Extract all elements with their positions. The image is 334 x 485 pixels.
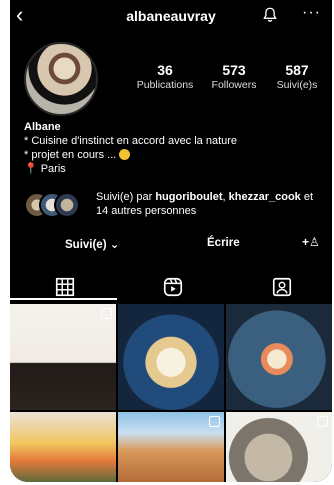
profile-name: Albane <box>24 121 61 133</box>
bio-line-text: * projet en cours ... <box>24 149 117 161</box>
following-stat[interactable]: 587 Suivi(e)s <box>257 62 332 91</box>
followed-by-text: Suivi(e) par hugoriboulet, khezzar_cook … <box>96 190 326 218</box>
message-button[interactable]: Écrire <box>207 237 240 249</box>
posts-label: Publications <box>136 79 194 91</box>
follower-username[interactable]: hugoriboulet <box>155 191 222 203</box>
following-count: 587 <box>285 62 309 78</box>
avatar[interactable] <box>24 42 98 116</box>
separator: , <box>222 191 226 203</box>
posts-stat[interactable]: 36 Publications <box>125 62 205 91</box>
followed-by-prefix: Suivi(e) par <box>96 191 153 203</box>
following-button[interactable]: Suivi(e) ⌄ <box>65 237 119 251</box>
post-thumbnail[interactable] <box>226 412 332 482</box>
post-thumbnail[interactable] <box>10 304 116 410</box>
posts-grid <box>10 304 332 482</box>
location-text: Paris <box>40 163 66 175</box>
top-bar: ‹ albaneauvray ··· <box>10 0 332 32</box>
post-thumbnail[interactable] <box>10 412 116 482</box>
pin-icon: 📍 <box>24 163 38 175</box>
reels-icon[interactable] <box>162 276 184 298</box>
follower-avatar <box>54 192 80 218</box>
more-icon[interactable]: ··· <box>302 4 321 22</box>
smile-emoji-icon <box>119 149 131 160</box>
tagged-icon[interactable] <box>271 276 293 298</box>
profile-actions: Suivi(e) ⌄ Écrire +♙ <box>10 235 332 255</box>
carousel-icon <box>317 416 328 427</box>
bio-line: * projet en cours ... <box>24 148 324 162</box>
follower-username[interactable]: khezzar_cook <box>229 191 301 203</box>
followed-by[interactable]: Suivi(e) par hugoriboulet, khezzar_cook … <box>24 190 324 218</box>
add-person-icon[interactable]: +♙ <box>302 235 320 249</box>
following-label: Suivi(e)s <box>276 79 318 91</box>
posts-count: 36 <box>157 62 173 78</box>
carousel-icon <box>101 308 112 319</box>
active-tab-indicator <box>10 298 117 300</box>
grid-icon[interactable] <box>54 276 76 298</box>
bell-icon[interactable] <box>261 6 279 24</box>
bio-location: 📍 Paris <box>24 162 324 176</box>
carousel-icon <box>209 416 220 427</box>
post-thumbnail[interactable] <box>226 304 332 410</box>
profile-username: albaneauvray <box>126 8 216 24</box>
bio-line: * Cuisine d'instinct en accord avec la n… <box>24 135 238 147</box>
phone-screen: ‹ albaneauvray ··· 36 Publications 573 F… <box>10 0 332 482</box>
post-thumbnail[interactable] <box>118 412 224 482</box>
post-thumbnail[interactable] <box>118 304 224 410</box>
bio: Albane * Cuisine d'instinct en accord av… <box>24 120 324 176</box>
